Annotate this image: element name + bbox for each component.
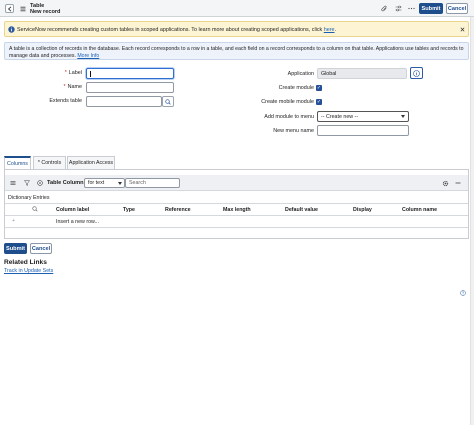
search-icon [165, 98, 171, 105]
related-lists-tabs: Columns * Controls Application Access [4, 156, 469, 169]
application-field: Global [317, 68, 407, 79]
gear-icon[interactable] [441, 179, 449, 187]
related-links-title: Related Links [4, 259, 47, 266]
list-menu-icon[interactable] [9, 179, 17, 187]
submit-button-footer[interactable]: Submit [4, 243, 27, 254]
text-cursor [90, 70, 91, 77]
info-circle-icon [8, 26, 15, 33]
list-breadcrumb[interactable]: Dictionary Entries [8, 195, 50, 201]
list-toolbar: Table Columns for text Search [5, 175, 468, 191]
list-search-input[interactable]: Search [125, 178, 180, 188]
hamburger-menu-icon[interactable] [18, 4, 27, 13]
form-header: Table New record Submit Cancel [0, 0, 474, 17]
name-field-label: * Name [20, 84, 83, 90]
application-label: Application [287, 71, 314, 77]
activity-settings-icon[interactable] [394, 4, 403, 13]
help-icon[interactable] [459, 289, 467, 297]
list-search-field-select[interactable]: for text [84, 178, 125, 188]
column-header-type[interactable]: Type [123, 207, 135, 213]
create-mobile-module-label: Create mobile module [261, 99, 314, 105]
extends-table-lookup-button[interactable] [162, 96, 174, 107]
create-mobile-module-checkbox[interactable]: ✓ [316, 99, 322, 105]
column-search-icon[interactable] [32, 206, 39, 213]
column-header-max-length[interactable]: Max length [223, 207, 251, 213]
divider [5, 227, 468, 228]
application-info-button[interactable] [410, 67, 423, 79]
column-header-column-label[interactable]: Column label [56, 207, 89, 213]
divider [5, 215, 468, 216]
info-banner-link[interactable]: here [324, 27, 335, 33]
add-module-to-menu-label: Add module to menu [264, 114, 314, 120]
info-banner-period: . [334, 27, 337, 33]
add-module-to-menu-value: -- Create new -- [321, 113, 359, 120]
label-field-label: * Label [20, 70, 82, 76]
chevron-down-icon [118, 182, 122, 185]
submit-button-header[interactable]: Submit [419, 3, 443, 14]
insert-row-plus-icon: + [12, 218, 16, 224]
name-input[interactable] [86, 82, 174, 93]
info-banner: ServiceNow recommends creating custom ta… [4, 21, 469, 37]
add-module-to-menu-select[interactable]: -- Create new -- [317, 111, 409, 122]
column-header-display[interactable]: Display [353, 207, 372, 213]
column-header-column-name[interactable]: Column name [402, 207, 437, 213]
info-banner-text: ServiceNow recommends creating custom ta… [17, 27, 323, 33]
personalize-list-icon[interactable] [36, 179, 44, 187]
tab-columns[interactable]: Columns [4, 156, 31, 169]
list-search-field-value: for text [88, 180, 105, 186]
table-description: A table is a collection of records in th… [4, 42, 469, 60]
track-in-update-sets-link[interactable]: Track in Update Sets [4, 268, 53, 274]
column-header-reference[interactable]: Reference [165, 207, 191, 213]
column-header-default-value[interactable]: Default value [285, 207, 318, 213]
cancel-button-header[interactable]: Cancel [446, 3, 468, 14]
info-icon [413, 69, 420, 77]
tab-controls[interactable]: * Controls [33, 156, 66, 169]
page-title-new-record: New record [30, 9, 61, 15]
scrollbar[interactable] [470, 17, 474, 425]
tab-application-access[interactable]: Application Access [67, 156, 115, 169]
chevron-down-icon [401, 115, 405, 118]
insert-new-row[interactable]: Insert a new row... [56, 219, 99, 225]
new-menu-name-label: New menu name [273, 128, 314, 134]
filter-icon[interactable] [23, 179, 31, 187]
label-input[interactable] [86, 68, 174, 79]
extends-table-input[interactable] [86, 96, 162, 107]
required-marker: * [63, 84, 66, 90]
close-icon[interactable] [458, 25, 466, 33]
list-collapse-icon[interactable] [454, 179, 462, 187]
required-marker: * [64, 70, 67, 76]
create-module-checkbox[interactable]: ✓ [316, 85, 322, 91]
cancel-button-footer[interactable]: Cancel [30, 243, 52, 254]
label-field-text: Label [68, 70, 82, 76]
list-title: Table Columns [47, 180, 87, 186]
list-search-placeholder: Search [129, 180, 146, 186]
attachment-icon[interactable] [380, 4, 389, 13]
more-info-link[interactable]: More Info [77, 53, 99, 59]
info-banner-message: ServiceNow recommends creating custom ta… [17, 27, 336, 33]
more-options-icon[interactable] [407, 4, 416, 13]
chevron-left-icon [7, 5, 11, 12]
new-menu-name-input[interactable] [317, 125, 409, 136]
extends-table-label: Extends table [49, 98, 82, 104]
back-button[interactable] [5, 4, 14, 13]
application-value: Global [321, 70, 337, 77]
name-field-text: Name [67, 84, 82, 90]
divider [5, 203, 468, 204]
create-module-label: Create module [278, 85, 314, 91]
